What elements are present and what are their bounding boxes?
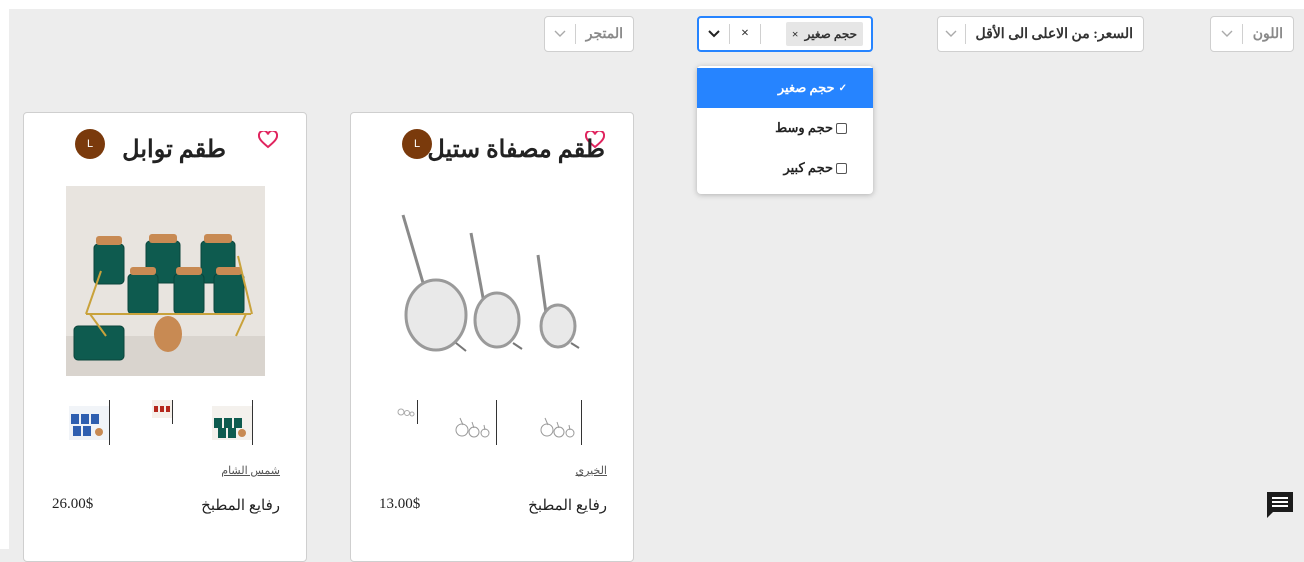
color-filter[interactable]: اللون bbox=[1210, 16, 1294, 52]
checkbox-icon[interactable] bbox=[836, 122, 847, 134]
thumbnail-divider bbox=[581, 400, 582, 445]
product-price: 26.00$ bbox=[52, 496, 94, 512]
option-label: حجم وسط bbox=[775, 120, 833, 135]
store-filter-label: المتجر bbox=[585, 26, 623, 42]
seller-avatar: L bbox=[75, 129, 105, 159]
product-price: 13.00$ bbox=[379, 496, 421, 512]
thumbnail[interactable] bbox=[152, 400, 174, 424]
size-option-medium[interactable]: حجم وسط bbox=[697, 108, 873, 148]
option-label: حجم كبير bbox=[783, 160, 833, 175]
thumbnail-divider bbox=[109, 400, 110, 445]
thumbnail[interactable] bbox=[69, 400, 111, 445]
color-filter-label: اللون bbox=[1252, 26, 1283, 42]
size-filter[interactable]: حجم صغير × × bbox=[697, 16, 873, 52]
size-dropdown-menu: ✓ حجم صغير حجم وسط حجم كبير bbox=[697, 66, 873, 194]
thumbnail[interactable] bbox=[454, 400, 498, 445]
checkbox-icon[interactable] bbox=[836, 162, 847, 174]
seller-avatar: L bbox=[402, 129, 432, 159]
product-card[interactable]: طقم توابل L شمس الشام رفايع المطبخ 26.00… bbox=[23, 112, 307, 562]
separator bbox=[760, 24, 761, 44]
store-filter[interactable]: المتجر bbox=[544, 16, 634, 52]
chip-label: حجم صغير bbox=[804, 26, 857, 41]
product-image[interactable] bbox=[66, 186, 265, 376]
thumbnail[interactable] bbox=[212, 400, 254, 445]
product-category: رفايع المطبخ bbox=[528, 498, 607, 514]
product-title[interactable]: طقم مصفاة ستيل bbox=[427, 135, 605, 164]
thumbnail[interactable] bbox=[539, 400, 583, 445]
chevron-down-icon[interactable] bbox=[545, 17, 575, 51]
chevron-down-icon[interactable] bbox=[1212, 17, 1242, 51]
chevron-down-icon[interactable] bbox=[699, 18, 729, 50]
top-edge bbox=[0, 0, 1304, 9]
chevron-down-icon[interactable] bbox=[938, 17, 965, 51]
chip-remove-icon[interactable]: × bbox=[792, 27, 799, 42]
price-sort-label: السعر: من الاعلى الى الأقل bbox=[975, 26, 1133, 42]
price-sort-filter[interactable]: السعر: من الاعلى الى الأقل bbox=[937, 16, 1144, 52]
clear-icon[interactable]: × bbox=[730, 26, 760, 42]
separator bbox=[729, 24, 730, 44]
store-link[interactable]: شمس الشام bbox=[221, 464, 280, 477]
size-option-large[interactable]: حجم كبير bbox=[697, 148, 873, 188]
product-title[interactable]: طقم توابل bbox=[122, 135, 226, 164]
thumbnail-divider bbox=[252, 400, 253, 445]
thumbnail[interactable] bbox=[395, 400, 419, 424]
product-image[interactable] bbox=[381, 193, 601, 373]
separator bbox=[964, 24, 966, 44]
product-card[interactable]: طقم مصفاة ستيل L الخيري رفايع المطبخ 13.… bbox=[350, 112, 634, 562]
heart-icon[interactable] bbox=[257, 129, 279, 154]
left-edge bbox=[0, 0, 9, 549]
store-link[interactable]: الخيري bbox=[575, 464, 607, 477]
selected-size-chip: حجم صغير × bbox=[785, 22, 863, 46]
size-option-small[interactable]: ✓ حجم صغير bbox=[697, 68, 873, 108]
product-category: رفايع المطبخ bbox=[201, 498, 280, 514]
check-icon: ✓ bbox=[838, 82, 847, 94]
option-label: حجم صغير bbox=[777, 80, 835, 95]
separator bbox=[574, 24, 576, 44]
thumbnail-divider bbox=[417, 400, 418, 424]
thumbnail-divider bbox=[172, 400, 173, 424]
thumbnail-divider bbox=[496, 400, 497, 445]
separator bbox=[1241, 24, 1243, 44]
chat-icon[interactable] bbox=[1263, 488, 1297, 522]
